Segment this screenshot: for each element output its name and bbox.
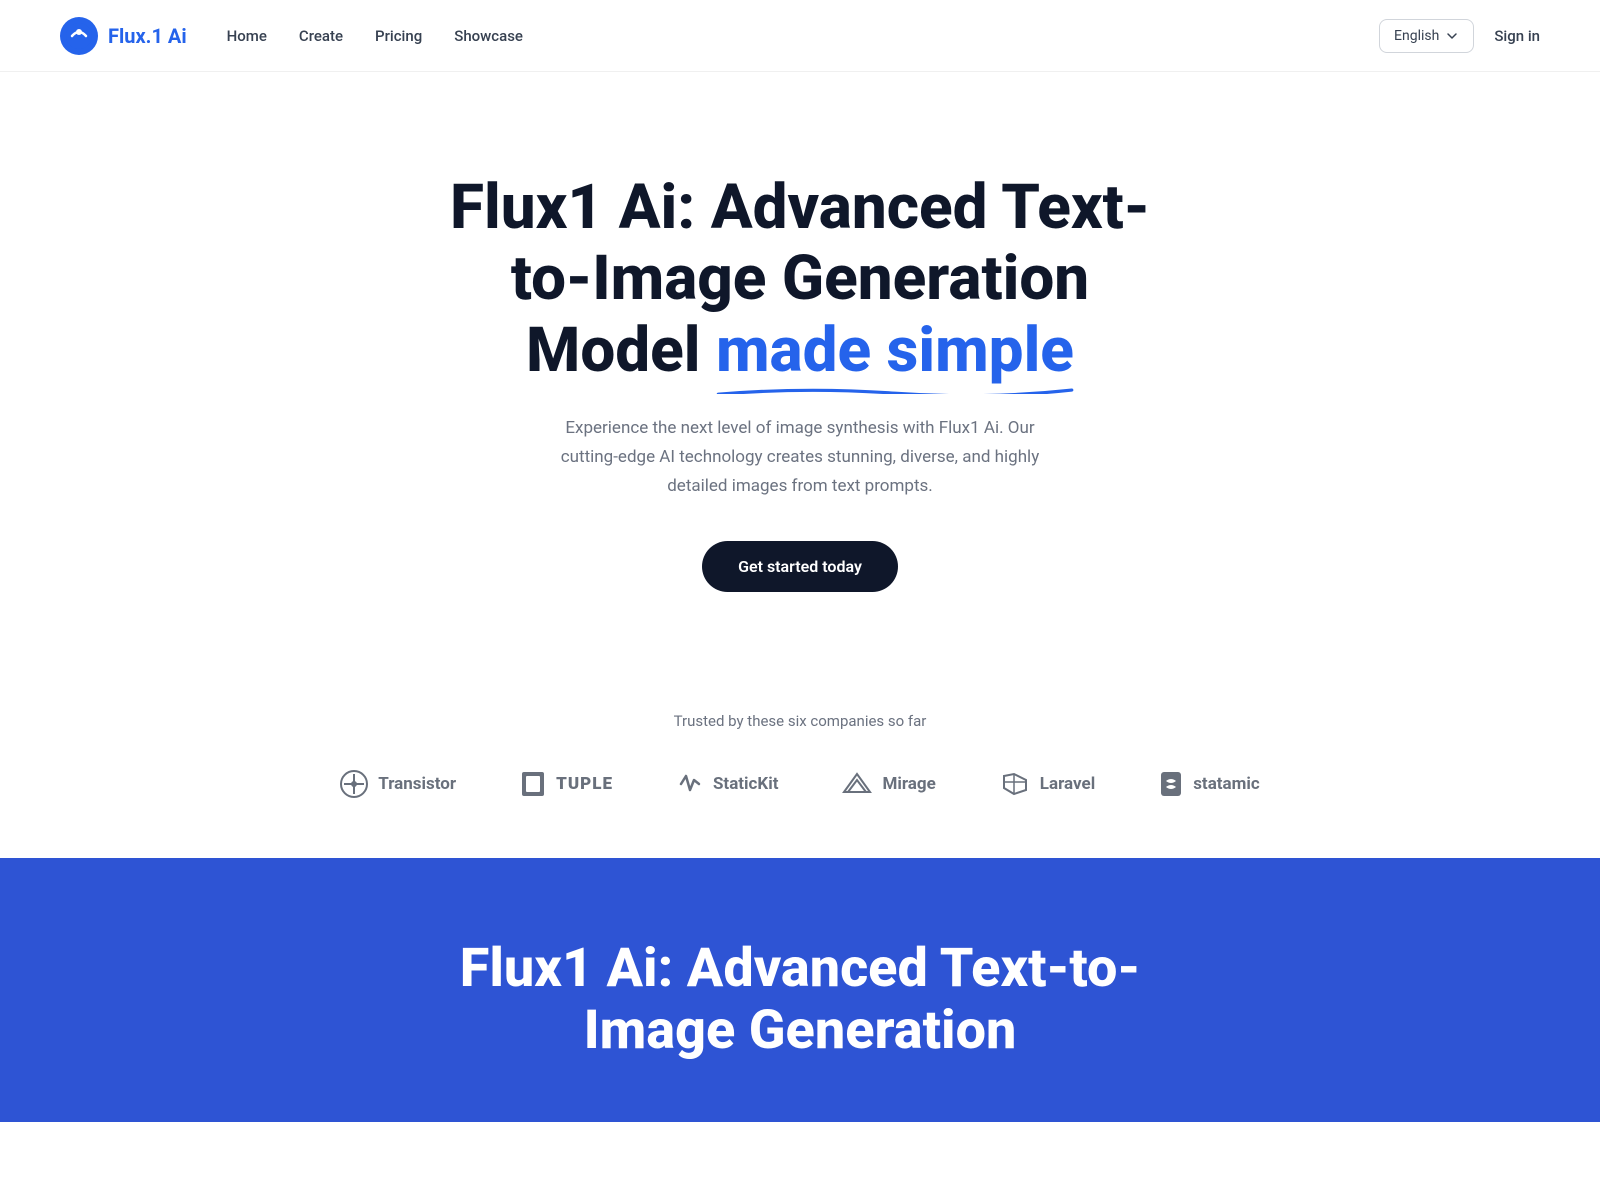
statickit-logo: StaticKit [677, 770, 779, 798]
transistor-logo: Transistor [340, 770, 456, 798]
hero-subtitle: Experience the next level of image synth… [540, 414, 1060, 501]
sign-in-link[interactable]: Sign in [1494, 27, 1540, 45]
mirage-logo: Mirage [842, 770, 935, 798]
nav-left: Flux.1 Ai Home Create Pricing Showcase [60, 17, 523, 55]
laravel-logo: Laravel [1000, 770, 1095, 798]
mirage-icon [842, 770, 872, 798]
logo-text: Flux.1 Ai [108, 24, 187, 48]
language-selector[interactable]: English [1379, 19, 1474, 53]
hero-title: Flux1 Ai: Advanced Text-to-Image Generat… [450, 172, 1150, 386]
laravel-name: Laravel [1040, 774, 1095, 794]
nav-links: Home Create Pricing Showcase [227, 27, 523, 45]
hero-section: Flux1 Ai: Advanced Text-to-Image Generat… [0, 72, 1600, 672]
hero-title-plain: Model [526, 314, 716, 387]
logo-svg [65, 22, 93, 50]
statickit-icon [677, 770, 703, 798]
nav-showcase[interactable]: Showcase [454, 27, 523, 45]
logo-link[interactable]: Flux.1 Ai [60, 17, 187, 55]
nav-right: English Sign in [1379, 19, 1540, 53]
nav-home[interactable]: Home [227, 27, 267, 45]
chevron-down-icon [1445, 29, 1459, 43]
hero-title-highlight: made simple [716, 315, 1074, 386]
logo-icon [60, 17, 98, 55]
statamic-name: statamic [1193, 774, 1260, 794]
transistor-name: Transistor [378, 774, 456, 794]
tuple-icon [520, 770, 546, 798]
nav-create[interactable]: Create [299, 27, 343, 45]
statamic-logo: statamic [1159, 770, 1260, 798]
navbar: Flux.1 Ai Home Create Pricing Showcase E… [0, 0, 1600, 72]
blue-section-title: Flux1 Ai: Advanced Text-to-Image Generat… [450, 938, 1150, 1062]
trusted-label: Trusted by these six companies so far [674, 712, 927, 730]
mirage-name: Mirage [882, 774, 935, 794]
blue-section: Flux1 Ai: Advanced Text-to-Image Generat… [0, 858, 1600, 1122]
statickit-name: StaticKit [713, 774, 779, 794]
nav-pricing[interactable]: Pricing [375, 27, 422, 45]
statamic-icon [1159, 770, 1183, 798]
trusted-section: Trusted by these six companies so far Tr… [0, 672, 1600, 858]
laravel-icon [1000, 770, 1030, 798]
transistor-icon [340, 770, 368, 798]
tuple-name: TUPLE [556, 774, 613, 794]
language-label: English [1394, 28, 1439, 44]
company-logos: Transistor TUPLE StaticKit Mirage [340, 770, 1259, 798]
tuple-logo: TUPLE [520, 770, 613, 798]
cta-button[interactable]: Get started today [702, 541, 898, 592]
